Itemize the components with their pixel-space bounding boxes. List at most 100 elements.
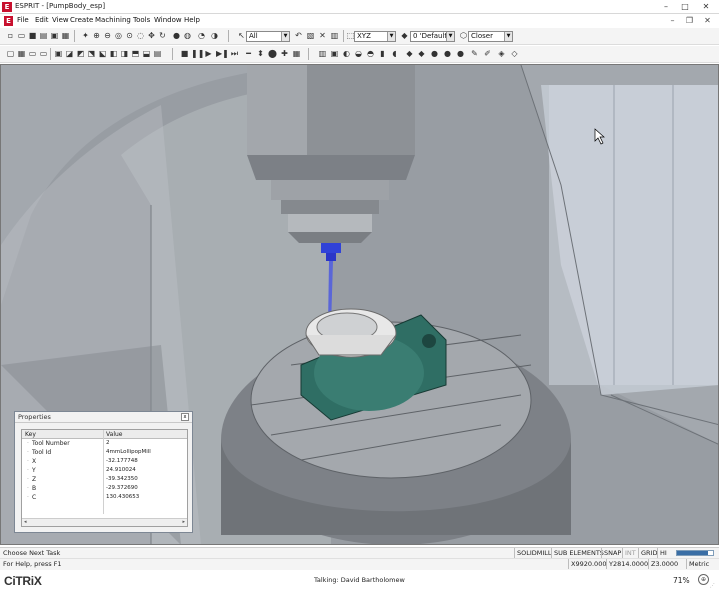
property-row[interactable]: · C 130.430653 — [22, 494, 187, 502]
property-value[interactable]: 24.910024 — [106, 467, 136, 473]
hide-icon[interactable]: ◔ — [197, 31, 206, 40]
status-sub-elements[interactable]: SUB ELEMENTS — [551, 548, 604, 558]
doc-close-button[interactable]: ✕ — [702, 15, 713, 26]
document-icon[interactable]: E — [4, 16, 13, 26]
select-all-icon[interactable]: ▢ — [6, 49, 15, 58]
solid-blue-icon[interactable]: ◆ — [405, 49, 414, 58]
view-back-icon[interactable]: ⬕ — [98, 49, 107, 58]
solid-navy-icon[interactable]: ◆ — [417, 49, 426, 58]
view-left-icon[interactable]: ◨ — [120, 49, 129, 58]
light-icon[interactable]: ◈ — [497, 49, 506, 58]
column-header-value[interactable]: Value — [106, 431, 122, 438]
speed-slider-icon[interactable]: ━ — [244, 49, 253, 58]
resize-grip-icon[interactable]: ⋰ — [710, 583, 717, 590]
grid-snap-icon[interactable]: ▭ — [28, 49, 37, 58]
view-select[interactable]: Closer ▼ — [468, 31, 513, 42]
fast-forward-icon[interactable]: ⏭ — [230, 49, 239, 58]
undo-icon[interactable]: ↶ — [294, 31, 303, 40]
zoom-previous-icon[interactable]: ◌ — [136, 31, 145, 40]
close-icon[interactable]: x — [181, 413, 189, 421]
maximize-button[interactable]: □ — [679, 1, 691, 12]
zoom-all-icon[interactable]: ⊙ — [125, 31, 134, 40]
cut-icon[interactable]: ◓ — [366, 49, 375, 58]
attributes-icon[interactable]: ▥ — [330, 31, 339, 40]
show-icon[interactable]: ◑ — [210, 31, 219, 40]
layers-icon[interactable]: ▧ — [306, 31, 315, 40]
property-value[interactable]: -29.372690 — [106, 485, 138, 491]
doc-minimize-button[interactable]: – — [667, 15, 678, 26]
view-top-icon[interactable]: ◪ — [65, 49, 74, 58]
property-value[interactable]: -32.177748 — [106, 458, 138, 464]
units-indicator[interactable]: Metric — [686, 559, 709, 569]
menu-create[interactable]: Create — [70, 16, 93, 24]
close-button[interactable]: ✕ — [700, 1, 712, 12]
part-icon[interactable]: ▣ — [330, 49, 339, 58]
property-row[interactable]: · Z -39.342350 — [22, 476, 187, 484]
shade-solid-icon[interactable]: ● — [172, 31, 181, 40]
tool-icon[interactable]: ◖ — [390, 49, 399, 58]
wand-icon[interactable]: ✦ — [81, 31, 90, 40]
solid-teal-icon[interactable]: ● — [456, 49, 465, 58]
solid-green-icon[interactable]: ● — [443, 49, 452, 58]
scroll-left-icon[interactable]: ◂ — [24, 519, 27, 526]
solid-red-icon[interactable]: ● — [430, 49, 439, 58]
view-front-icon[interactable]: ▣ — [54, 49, 63, 58]
menu-tools[interactable]: Tools — [133, 16, 150, 24]
open-folder-icon[interactable]: ▭ — [17, 31, 26, 40]
play-icon[interactable]: ▶ — [204, 49, 213, 58]
status-snap[interactable]: SNAP — [601, 548, 621, 558]
new-file-icon[interactable]: ▫ — [6, 31, 15, 40]
save-icon[interactable]: ■ — [28, 31, 37, 40]
menu-view[interactable]: View — [52, 16, 69, 24]
view-icon[interactable]: ⬡ — [459, 31, 468, 40]
machine-view-icon[interactable]: ⬓ — [142, 49, 151, 58]
status-int[interactable]: INT — [622, 548, 636, 558]
column-header-key[interactable]: Key — [25, 431, 36, 438]
property-value[interactable]: 4mmLollipopMill — [106, 449, 151, 455]
zoom-window-icon[interactable]: ◎ — [114, 31, 123, 40]
doc-restore-button[interactable]: ❐ — [684, 15, 695, 26]
holder-icon[interactable]: ◒ — [354, 49, 363, 58]
view-custom-icon[interactable]: ⬒ — [131, 49, 140, 58]
delete-icon[interactable]: ✕ — [318, 31, 327, 40]
print-preview-icon[interactable]: ▣ — [50, 31, 59, 40]
view-right-icon[interactable]: ◩ — [76, 49, 85, 58]
settings-icon[interactable]: ▦ — [292, 49, 301, 58]
machine-setup-icon[interactable]: ▤ — [153, 49, 162, 58]
select-arrow-icon[interactable]: ↖ — [237, 31, 246, 40]
scroll-right-icon[interactable]: ▸ — [182, 519, 185, 526]
pause-icon[interactable]: ❚❚ — [191, 49, 204, 58]
status-grid[interactable]: GRID — [638, 548, 657, 558]
pan-icon[interactable]: ✥ — [147, 31, 156, 40]
layer-icon[interactable]: ◆ — [400, 31, 409, 40]
grid-icon[interactable]: ▦ — [17, 49, 26, 58]
toolpath-icon[interactable]: ⬍ — [256, 49, 265, 58]
compare-icon[interactable]: ▮ — [378, 49, 387, 58]
menu-edit[interactable]: Edit — [35, 16, 49, 24]
simulation-stop-icon[interactable]: ⬤ — [268, 49, 277, 58]
property-row[interactable]: · X -32.177748 — [22, 458, 187, 466]
menu-file[interactable]: File — [17, 16, 29, 24]
view-iso-icon[interactable]: ⬔ — [87, 49, 96, 58]
step-forward-icon[interactable]: ▶❚ — [216, 49, 229, 58]
esprit-app-icon[interactable]: E — [2, 2, 12, 12]
frame-icon[interactable]: ▭ — [39, 49, 48, 58]
status-hi[interactable]: HI — [657, 548, 667, 558]
minimize-button[interactable]: – — [660, 1, 672, 12]
property-value[interactable]: 2 — [106, 440, 110, 446]
layer-select[interactable]: 0 'Default' ▼ — [410, 31, 455, 42]
menu-window[interactable]: Window — [154, 16, 182, 24]
stock-icon[interactable]: ▥ — [318, 49, 327, 58]
property-value[interactable]: -39.342350 — [106, 476, 138, 482]
property-row[interactable]: · B -29.372690 — [22, 485, 187, 493]
print-setup-icon[interactable]: ▦ — [61, 31, 70, 40]
zoom-icon[interactable]: ⊕ — [698, 574, 709, 585]
plane-select[interactable]: XYZ ▼ — [354, 31, 396, 42]
property-row[interactable]: · Tool Number 2 — [22, 440, 187, 448]
rotate-icon[interactable]: ↻ — [158, 31, 167, 40]
property-value[interactable]: 130.430653 — [106, 494, 139, 500]
measure-icon[interactable]: ◇ — [510, 49, 519, 58]
stop-icon[interactable]: ■ — [180, 49, 189, 58]
machine-icon[interactable]: ✚ — [280, 49, 289, 58]
zoom-out-icon[interactable]: ⊖ — [103, 31, 112, 40]
